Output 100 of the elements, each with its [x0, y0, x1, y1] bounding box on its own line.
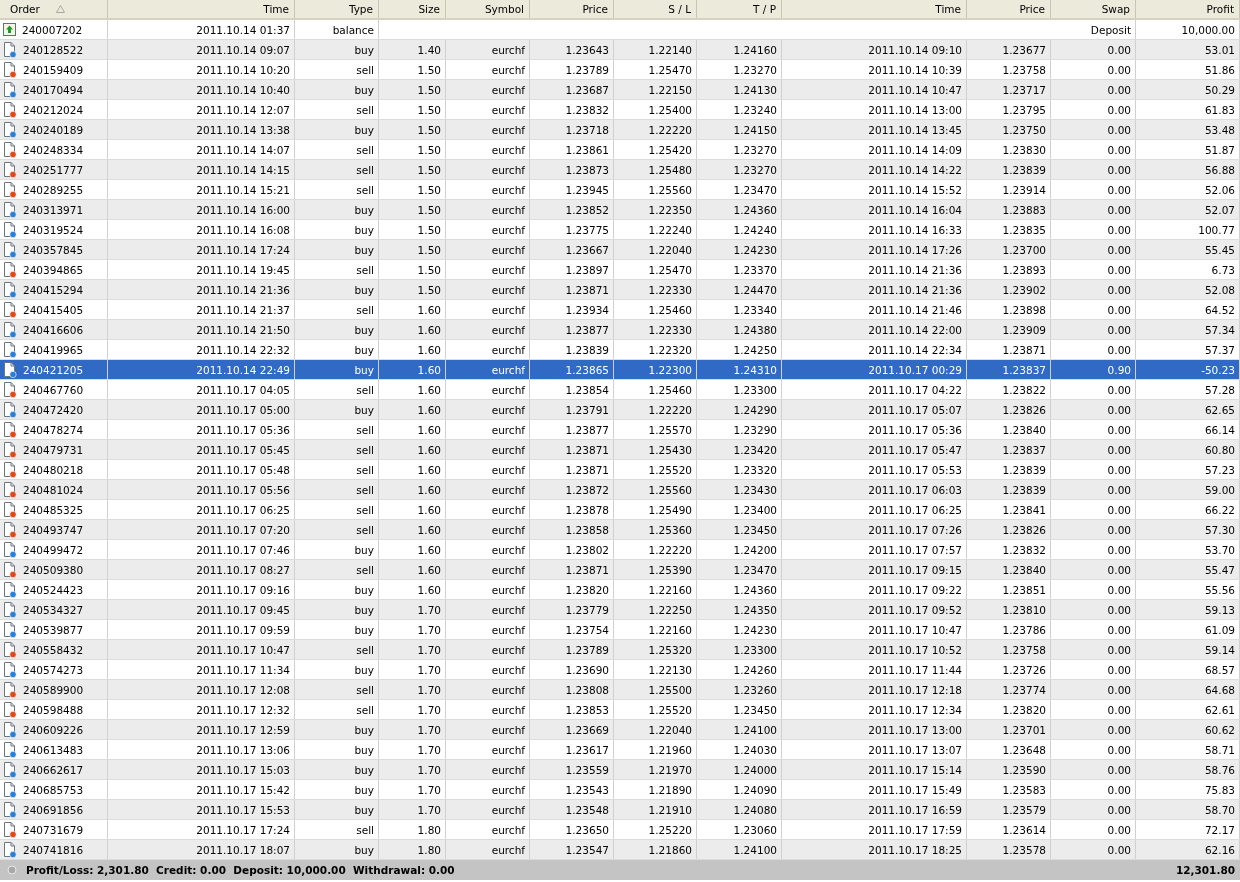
table-cell: 1.60 — [379, 440, 446, 459]
table-row[interactable]: 240415294 2011.10.14 21:36 buy 1.50 eurchf 1.23871 1.22330 1.24470 2011.10.14 21:36 1.23902 0.00 52.08 — [0, 280, 1240, 300]
table-row[interactable]: 240481024 2011.10.17 05:56 sell 1.60 eurchf 1.23872 1.25560 1.23430 2011.10.17 06:03 1.23839 0.00 59.00 — [0, 480, 1240, 500]
table-cell: 1.24200 — [697, 540, 782, 559]
table-cell: 1.25560 — [614, 180, 697, 199]
table-cell: 1.23617 — [530, 740, 614, 759]
table-cell: 2011.10.14 22:49 — [108, 360, 295, 379]
table-cell: 57.37 — [1136, 340, 1240, 359]
table-cell: 240741816 — [0, 840, 108, 859]
table-cell: 1.23832 — [967, 540, 1051, 559]
column-header[interactable]: Price — [530, 0, 614, 18]
table-row[interactable]: 240251777 2011.10.14 14:15 sell 1.50 eurchf 1.23873 1.25480 1.23270 2011.10.14 14:22 1.23839 0.00 56.88 — [0, 160, 1240, 180]
table-row[interactable]: 240313971 2011.10.14 16:00 buy 1.50 eurchf 1.23852 1.22350 1.24360 2011.10.14 16:04 1.23883 0.00 52.07 — [0, 200, 1240, 220]
table-cell: 0.00 — [1051, 760, 1136, 779]
column-header[interactable]: Type — [295, 0, 379, 18]
table-cell: 53.01 — [1136, 40, 1240, 59]
table-cell: 1.25390 — [614, 560, 697, 579]
column-header[interactable]: Price — [967, 0, 1051, 18]
table-row[interactable]: 240662617 2011.10.17 15:03 buy 1.70 eurchf 1.23559 1.21970 1.24000 2011.10.17 15:14 1.23590 0.00 58.76 — [0, 760, 1240, 780]
table-cell: eurchf — [446, 60, 530, 79]
table-row[interactable]: 240691856 2011.10.17 15:53 buy 1.70 eurchf 1.23548 1.21910 1.24080 2011.10.17 16:59 1.23579 0.00 58.70 — [0, 800, 1240, 820]
table-cell: eurchf — [446, 360, 530, 379]
table-row[interactable]: 240357845 2011.10.14 17:24 buy 1.50 eurchf 1.23667 1.22040 1.24230 2011.10.14 17:26 1.23700 0.00 55.45 — [0, 240, 1240, 260]
table-cell: buy — [295, 240, 379, 259]
table-cell: 2011.10.14 14:15 — [108, 160, 295, 179]
table-row[interactable]: 240509380 2011.10.17 08:27 sell 1.60 eurchf 1.23871 1.25390 1.23470 2011.10.17 09:15 1.23840 0.00 55.47 — [0, 560, 1240, 580]
table-cell: 55.47 — [1136, 560, 1240, 579]
table-cell: buy — [295, 720, 379, 739]
table-row[interactable]: 240421205 2011.10.14 22:49 buy 1.60 eurchf 1.23865 1.22300 1.24310 2011.10.17 00:29 1.23837 0.90 -50.23 — [0, 360, 1240, 380]
table-cell: 1.23548 — [530, 800, 614, 819]
table-cell: 1.23871 — [530, 440, 614, 459]
column-header[interactable]: Swap — [1051, 0, 1136, 18]
table-cell: 240289255 — [0, 180, 108, 199]
column-header[interactable]: Symbol — [446, 0, 530, 18]
column-header[interactable]: Profit — [1136, 0, 1240, 18]
table-cell: 1.23543 — [530, 780, 614, 799]
table-cell: 0.00 — [1051, 660, 1136, 679]
table-cell: 1.23791 — [530, 400, 614, 419]
table-row[interactable]: 240472420 2011.10.17 05:00 buy 1.60 eurchf 1.23791 1.22220 1.24290 2011.10.17 05:07 1.23826 0.00 62.65 — [0, 400, 1240, 420]
table-cell: buy — [295, 340, 379, 359]
table-cell: 0.00 — [1051, 640, 1136, 659]
table-row[interactable]: 240128522 2011.10.14 09:07 buy 1.40 eurchf 1.23643 1.22140 1.24160 2011.10.14 09:10 1.23677 0.00 53.01 — [0, 40, 1240, 60]
column-header[interactable]: Size — [379, 0, 446, 18]
table-cell: 0.00 — [1051, 280, 1136, 299]
table-row[interactable]: 240534327 2011.10.17 09:45 buy 1.70 eurchf 1.23779 1.22250 1.24350 2011.10.17 09:52 1.23810 0.00 59.13 — [0, 600, 1240, 620]
column-header[interactable]: T / P — [697, 0, 782, 18]
table-cell: 1.23578 — [967, 840, 1051, 859]
table-cell: 1.23898 — [967, 300, 1051, 319]
table-cell: 2011.10.17 12:18 — [782, 680, 967, 699]
table-cell: 1.80 — [379, 820, 446, 839]
table-cell: 1.23840 — [967, 560, 1051, 579]
table-cell: 64.52 — [1136, 300, 1240, 319]
column-header[interactable]: S / L — [614, 0, 697, 18]
table-row[interactable]: 240589900 2011.10.17 12:08 sell 1.70 eurchf 1.23808 1.25500 1.23260 2011.10.17 12:18 1.23774 0.00 64.68 — [0, 680, 1240, 700]
table-cell: 1.25570 — [614, 420, 697, 439]
summary-text: Profit/Loss: 2,301.80 Credit: 0.00 Deposit: 10,000.00 Withdrawal: 0.00 — [26, 864, 455, 876]
table-cell: 0.00 — [1051, 140, 1136, 159]
table-cell: 1.22160 — [614, 580, 697, 599]
table-cell: 0.00 — [1051, 200, 1136, 219]
table-cell: 1.23270 — [697, 60, 782, 79]
table-cell: 1.23718 — [530, 120, 614, 139]
table-row[interactable]: 240493747 2011.10.17 07:20 sell 1.60 eurchf 1.23858 1.25360 1.23450 2011.10.17 07:26 1.23826 0.00 57.30 — [0, 520, 1240, 540]
table-cell: eurchf — [446, 740, 530, 759]
table-cell: buy — [295, 80, 379, 99]
table-cell: 1.70 — [379, 680, 446, 699]
table-row[interactable]: 240741816 2011.10.17 18:07 buy 1.80 eurchf 1.23547 1.21860 1.24100 2011.10.17 18:25 1.23578 0.00 62.16 — [0, 840, 1240, 860]
table-cell: 1.24310 — [697, 360, 782, 379]
table-row[interactable]: 240558432 2011.10.17 10:47 sell 1.70 eurchf 1.23789 1.25320 1.23300 2011.10.17 10:52 1.23758 0.00 59.14 — [0, 640, 1240, 660]
table-cell: 240007202 — [0, 20, 108, 39]
table-row[interactable]: 240609226 2011.10.17 12:59 buy 1.70 eurchf 1.23669 1.22040 1.24100 2011.10.17 13:00 1.23701 0.00 60.62 — [0, 720, 1240, 740]
table-row[interactable]: 240416606 2011.10.14 21:50 buy 1.60 eurchf 1.23877 1.22330 1.24380 2011.10.14 22:00 1.23909 0.00 57.34 — [0, 320, 1240, 340]
table-cell: 1.25460 — [614, 300, 697, 319]
table-cell: 2011.10.17 09:59 — [108, 620, 295, 639]
table-cell: 240479731 — [0, 440, 108, 459]
table-cell: 2011.10.17 04:05 — [108, 380, 295, 399]
table-cell: 1.22220 — [614, 120, 697, 139]
column-header[interactable]: Order — [0, 0, 108, 18]
table-cell: eurchf — [446, 120, 530, 139]
table-cell: 2011.10.17 11:34 — [108, 660, 295, 679]
table-cell: 62.65 — [1136, 400, 1240, 419]
table-cell: 1.23872 — [530, 480, 614, 499]
table-cell: 2011.10.14 22:34 — [782, 340, 967, 359]
table-cell: 1.24130 — [697, 80, 782, 99]
table-cell: 1.50 — [379, 200, 446, 219]
table-cell: 240251777 — [0, 160, 108, 179]
table-cell: 2011.10.14 22:32 — [108, 340, 295, 359]
table-cell: 240509380 — [0, 560, 108, 579]
table-cell: eurchf — [446, 200, 530, 219]
table-cell: 1.23902 — [967, 280, 1051, 299]
table-cell: 51.86 — [1136, 60, 1240, 79]
table-row[interactable]: 240170494 2011.10.14 10:40 buy 1.50 eurchf 1.23687 1.22150 1.24130 2011.10.14 10:47 1.23717 0.00 50.29 — [0, 80, 1240, 100]
table-cell: 1.60 — [379, 460, 446, 479]
table-cell: 52.06 — [1136, 180, 1240, 199]
table-row[interactable]: 240479731 2011.10.17 05:45 sell 1.60 eurchf 1.23871 1.25430 1.23420 2011.10.17 05:47 1.23837 0.00 60.80 — [0, 440, 1240, 460]
column-header[interactable]: Time — [108, 0, 295, 18]
table-cell: 1.22250 — [614, 600, 697, 619]
table-cell: 240598488 — [0, 700, 108, 719]
table-cell: 72.17 — [1136, 820, 1240, 839]
column-header[interactable]: Time — [782, 0, 967, 18]
table-row[interactable]: 240240189 2011.10.14 13:38 buy 1.50 eurchf 1.23718 1.22220 1.24150 2011.10.14 13:45 1.23750 0.00 53.48 — [0, 120, 1240, 140]
